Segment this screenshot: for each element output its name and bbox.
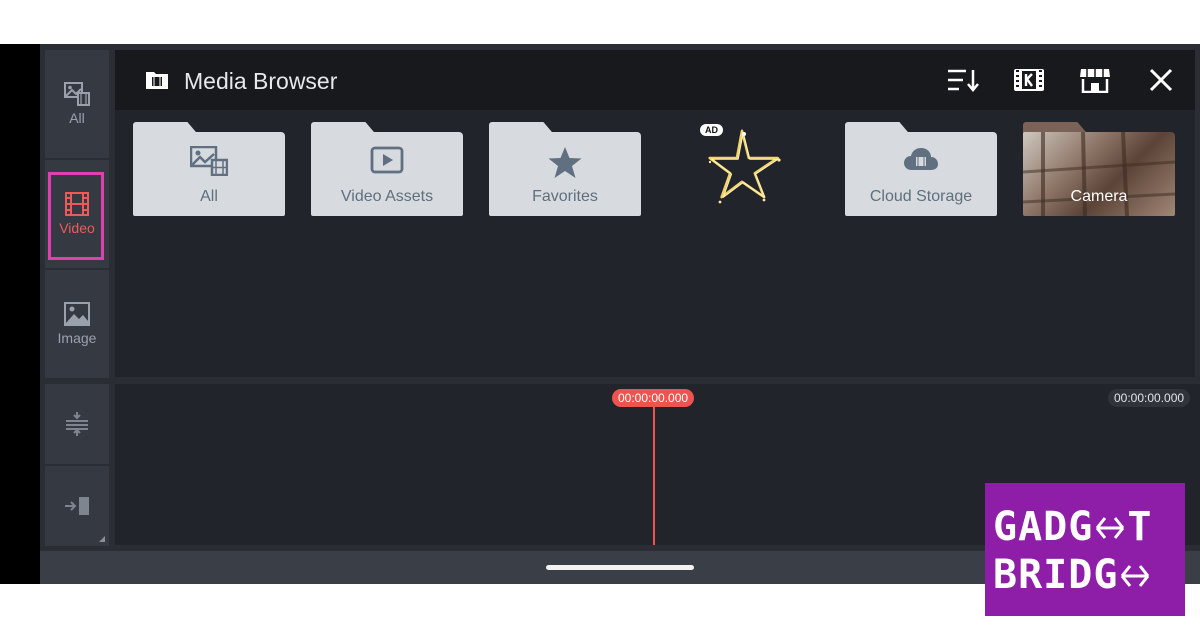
playhead[interactable] bbox=[653, 406, 655, 545]
logo-arrow-icon bbox=[1096, 517, 1125, 539]
media-all-icon bbox=[64, 82, 90, 106]
store-button[interactable] bbox=[1078, 64, 1112, 96]
ad-sparkler-item[interactable]: AD bbox=[700, 124, 800, 216]
star-icon bbox=[548, 147, 582, 178]
folder-video-assets[interactable]: Video Assets bbox=[311, 122, 463, 216]
folder-camera[interactable]: Camera bbox=[1022, 122, 1176, 217]
media-browser-header: Media Browser bbox=[115, 50, 1195, 110]
folder-cloud-storage[interactable]: Cloud Storage bbox=[845, 122, 997, 216]
close-icon bbox=[1149, 68, 1173, 92]
folder-icon-wrap bbox=[311, 146, 463, 174]
folder-label: Favorites bbox=[532, 188, 598, 205]
total-time-badge: 00:00:00.000 bbox=[1108, 389, 1191, 407]
logo-text: BRIDG bbox=[993, 552, 1119, 598]
media-folder-icon bbox=[146, 72, 168, 89]
import-into-icon bbox=[65, 497, 89, 515]
close-button[interactable] bbox=[1144, 64, 1178, 96]
folder-label: Video Assets bbox=[340, 188, 434, 205]
folder-all[interactable]: All bbox=[133, 122, 285, 216]
cloud-film-icon bbox=[904, 148, 938, 170]
play-icon bbox=[370, 146, 404, 174]
image-icon bbox=[64, 302, 90, 326]
screen-edge bbox=[0, 44, 40, 584]
kinemaster-k-icon bbox=[1014, 69, 1044, 91]
store-icon bbox=[1080, 69, 1110, 93]
logo-text: GADG bbox=[993, 504, 1094, 550]
sidebar-item-label: Video bbox=[59, 220, 95, 236]
corner-indicator bbox=[99, 536, 105, 542]
logo-line-2: BRIDG bbox=[993, 553, 1152, 597]
sidebar-item-label: All bbox=[69, 110, 85, 126]
folder-label: Camera bbox=[1070, 188, 1128, 205]
folder-favorites[interactable]: Favorites bbox=[489, 122, 641, 216]
sidebar-item-video[interactable]: Video bbox=[45, 160, 109, 268]
folder-icon-wrap bbox=[845, 146, 997, 172]
gadget-bridge-logo: GADG T BRIDG bbox=[985, 483, 1185, 616]
logo-arrow-icon bbox=[1121, 565, 1150, 587]
sidebar-item-image[interactable]: Image bbox=[45, 270, 109, 378]
current-time-badge: 00:00:00.000 bbox=[612, 389, 695, 407]
selection-highlight bbox=[48, 172, 104, 260]
sidebar-item-label: Image bbox=[57, 330, 97, 346]
logo-text: T bbox=[1127, 504, 1153, 550]
folder-label: All bbox=[200, 188, 218, 205]
folder-label: Cloud Storage bbox=[869, 188, 973, 205]
asset-store-k-button[interactable] bbox=[1012, 64, 1046, 96]
folder-icon-wrap bbox=[489, 146, 641, 180]
sort-button[interactable] bbox=[946, 64, 980, 96]
split-layers-button[interactable] bbox=[45, 384, 109, 464]
folder-icon-wrap bbox=[133, 146, 285, 176]
import-into-button[interactable] bbox=[45, 466, 109, 546]
logo-line-1: GADG T bbox=[993, 505, 1152, 549]
home-indicator[interactable] bbox=[546, 565, 694, 570]
page-title: Media Browser bbox=[184, 68, 338, 94]
film-icon bbox=[65, 192, 89, 216]
sparkler-star-icon bbox=[708, 129, 781, 204]
media-browser-panel: Media Browser All Video Assets Favorites… bbox=[115, 50, 1195, 377]
media-all-icon bbox=[190, 146, 228, 176]
sidebar-item-all[interactable]: All bbox=[45, 50, 109, 158]
split-layers-icon bbox=[66, 412, 88, 436]
sort-icon bbox=[948, 69, 979, 92]
